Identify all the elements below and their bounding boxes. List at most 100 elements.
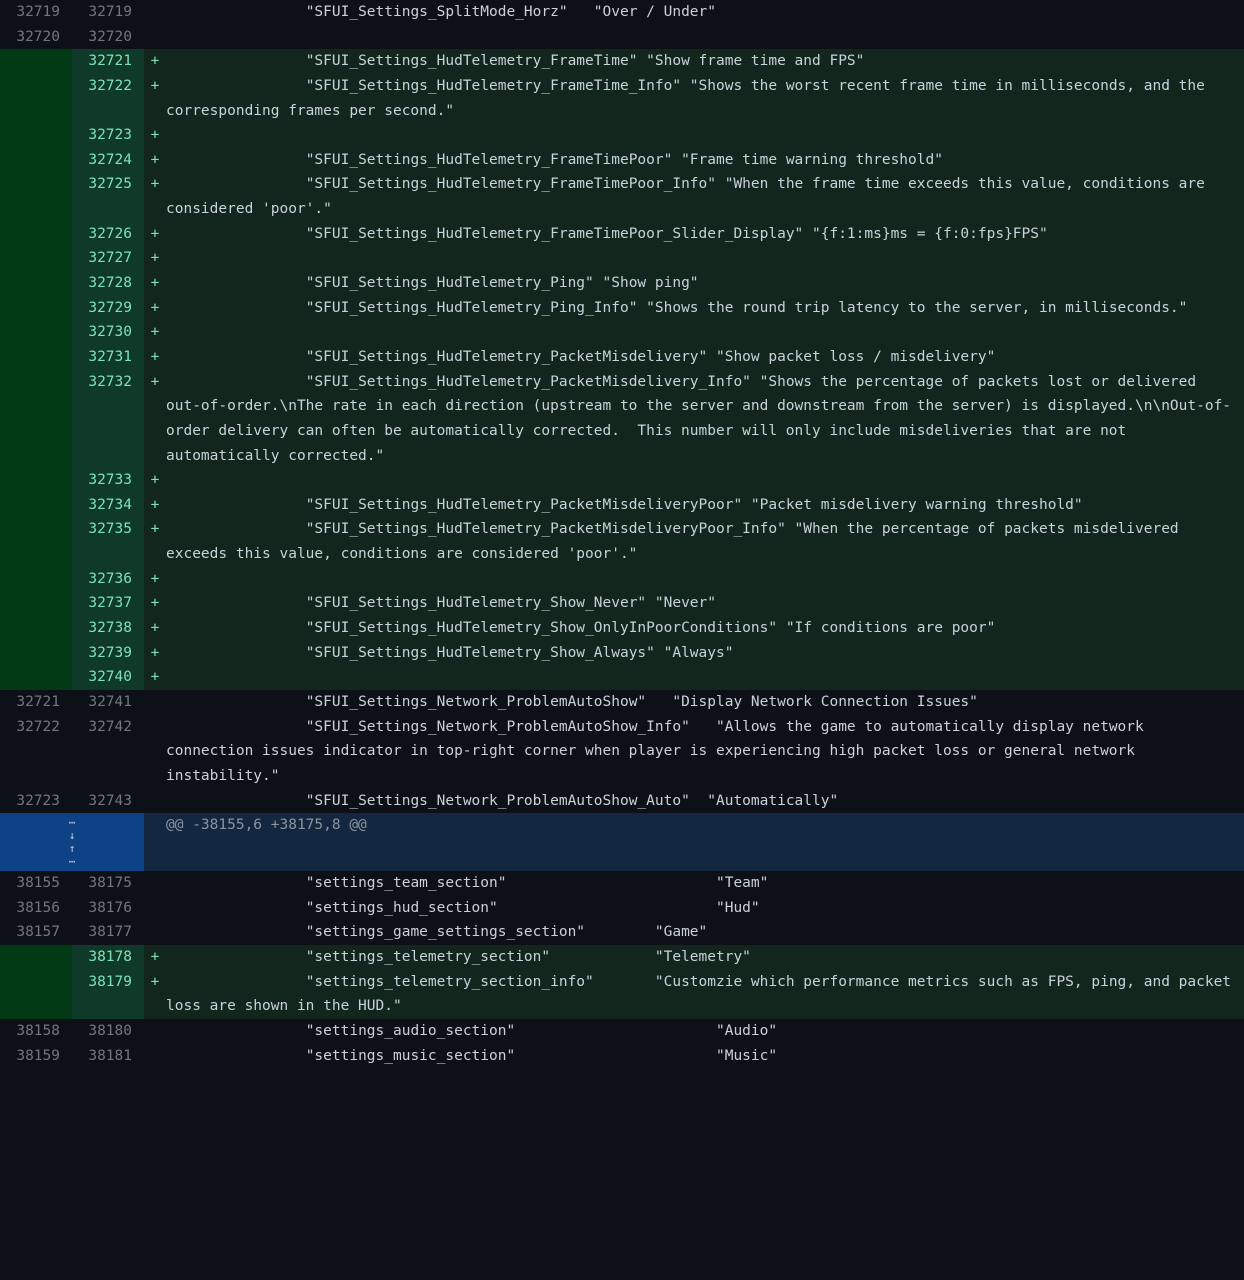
line-number-new[interactable]: 32727 (72, 246, 144, 271)
line-number-new[interactable]: 32736 (72, 567, 144, 592)
code-content (166, 320, 1244, 345)
code-content: "settings_telemetry_section_info" "Custo… (166, 970, 1244, 1019)
line-number-new[interactable]: 32740 (72, 665, 144, 690)
expand-hunk-button[interactable]: ⋯↓↑⋯ (0, 813, 144, 871)
line-number-new[interactable]: 38178 (72, 945, 144, 970)
line-number-old[interactable] (0, 271, 72, 296)
code-content: "settings_music_section" "Music" (166, 1044, 1244, 1069)
line-number-old[interactable] (0, 296, 72, 321)
line-number-old[interactable] (0, 49, 72, 74)
line-number-old[interactable]: 32722 (0, 715, 72, 789)
line-number-new[interactable]: 32721 (72, 49, 144, 74)
line-number-new[interactable]: 32741 (72, 690, 144, 715)
line-number-new[interactable]: 32735 (72, 517, 144, 566)
line-number-new[interactable]: 38180 (72, 1019, 144, 1044)
line-number-old[interactable]: 32723 (0, 789, 72, 814)
diff-marker: + (144, 222, 166, 247)
code-content: "SFUI_Settings_HudTelemetry_Ping" "Show … (166, 271, 1244, 296)
code-content: "SFUI_Settings_HudTelemetry_FrameTimePoo… (166, 172, 1244, 221)
line-number-new[interactable]: 32743 (72, 789, 144, 814)
line-number-old[interactable] (0, 970, 72, 1019)
diff-row-added: 32727+ (0, 246, 1244, 271)
line-number-new[interactable]: 38181 (72, 1044, 144, 1069)
diff-marker (144, 0, 166, 25)
code-content (166, 25, 1244, 50)
line-number-new[interactable]: 38177 (72, 920, 144, 945)
line-number-new[interactable]: 32722 (72, 74, 144, 123)
code-content: "SFUI_Settings_HudTelemetry_Show_Never" … (166, 591, 1244, 616)
code-content: "SFUI_Settings_HudTelemetry_FrameTimePoo… (166, 148, 1244, 173)
diff-marker: + (144, 567, 166, 592)
line-number-new[interactable]: 32725 (72, 172, 144, 221)
line-number-new[interactable]: 32730 (72, 320, 144, 345)
diff-marker (144, 25, 166, 50)
line-number-old[interactable] (0, 246, 72, 271)
line-number-new[interactable]: 32731 (72, 345, 144, 370)
line-number-old[interactable]: 38158 (0, 1019, 72, 1044)
line-number-old[interactable] (0, 517, 72, 566)
line-number-old[interactable] (0, 320, 72, 345)
line-number-new[interactable]: 32734 (72, 493, 144, 518)
line-number-new[interactable]: 32742 (72, 715, 144, 789)
diff-row-added: 32735+ "SFUI_Settings_HudTelemetry_Packe… (0, 517, 1244, 566)
line-number-old[interactable]: 38156 (0, 896, 72, 921)
line-number-old[interactable] (0, 222, 72, 247)
code-content: "SFUI_Settings_HudTelemetry_FrameTime" "… (166, 49, 1244, 74)
line-number-new[interactable]: 32726 (72, 222, 144, 247)
diff-row-added: 32740+ (0, 665, 1244, 690)
line-number-old[interactable] (0, 74, 72, 123)
line-number-new[interactable]: 32737 (72, 591, 144, 616)
line-number-old[interactable] (0, 172, 72, 221)
line-number-old[interactable]: 32719 (0, 0, 72, 25)
line-number-old[interactable] (0, 493, 72, 518)
diff-marker: + (144, 591, 166, 616)
line-number-old[interactable] (0, 641, 72, 666)
line-number-new[interactable]: 32733 (72, 468, 144, 493)
line-number-old[interactable] (0, 665, 72, 690)
line-number-old[interactable] (0, 148, 72, 173)
line-number-old[interactable]: 38155 (0, 871, 72, 896)
line-number-new[interactable]: 32723 (72, 123, 144, 148)
line-number-old[interactable]: 38159 (0, 1044, 72, 1069)
line-number-new[interactable]: 32729 (72, 296, 144, 321)
diff-row-added: 32725+ "SFUI_Settings_HudTelemetry_Frame… (0, 172, 1244, 221)
line-number-old[interactable] (0, 123, 72, 148)
line-number-new[interactable]: 32719 (72, 0, 144, 25)
diff-row-added: 32728+ "SFUI_Settings_HudTelemetry_Ping"… (0, 271, 1244, 296)
line-number-new[interactable]: 32724 (72, 148, 144, 173)
line-number-old[interactable]: 32721 (0, 690, 72, 715)
line-number-new[interactable]: 38179 (72, 970, 144, 1019)
diff-marker: + (144, 370, 166, 469)
line-number-new[interactable]: 32732 (72, 370, 144, 469)
diff-row-added: 32736+ (0, 567, 1244, 592)
code-content: "settings_audio_section" "Audio" (166, 1019, 1244, 1044)
line-number-old[interactable] (0, 468, 72, 493)
line-number-new[interactable]: 32739 (72, 641, 144, 666)
line-number-old[interactable] (0, 945, 72, 970)
code-content (166, 246, 1244, 271)
diff-marker: + (144, 616, 166, 641)
line-number-old[interactable]: 38157 (0, 920, 72, 945)
line-number-new[interactable]: 38175 (72, 871, 144, 896)
line-number-new[interactable]: 32738 (72, 616, 144, 641)
code-content: "SFUI_Settings_HudTelemetry_PacketMisdel… (166, 517, 1244, 566)
line-number-old[interactable] (0, 345, 72, 370)
code-content (166, 567, 1244, 592)
line-number-old[interactable]: 32720 (0, 25, 72, 50)
expand-up-icon: ⋯ (69, 856, 76, 867)
diff-marker: + (144, 246, 166, 271)
line-number-new[interactable]: 32728 (72, 271, 144, 296)
line-number-old[interactable] (0, 616, 72, 641)
line-number-old[interactable] (0, 567, 72, 592)
diff-row-added: 32738+ "SFUI_Settings_HudTelemetry_Show_… (0, 616, 1244, 641)
diff-row-context: 3272232742 "SFUI_Settings_Network_Proble… (0, 715, 1244, 789)
diff-row-added: 38179+ "settings_telemetry_section_info"… (0, 970, 1244, 1019)
diff-marker: + (144, 945, 166, 970)
diff-marker (144, 715, 166, 789)
code-content: "SFUI_Settings_HudTelemetry_Show_Always"… (166, 641, 1244, 666)
diff-row-added: 32732+ "SFUI_Settings_HudTelemetry_Packe… (0, 370, 1244, 469)
line-number-new[interactable]: 32720 (72, 25, 144, 50)
line-number-new[interactable]: 38176 (72, 896, 144, 921)
line-number-old[interactable] (0, 591, 72, 616)
line-number-old[interactable] (0, 370, 72, 469)
